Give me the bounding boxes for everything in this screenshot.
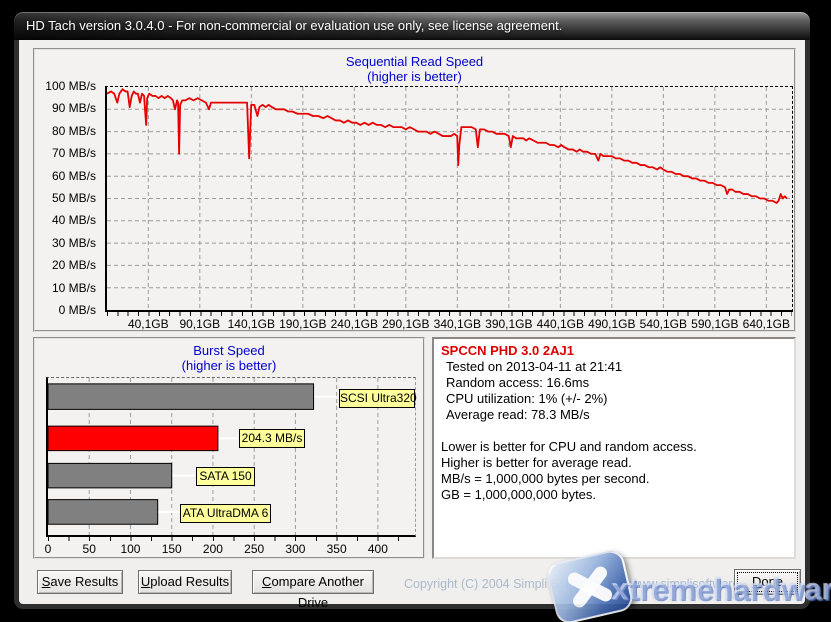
- y-axis-label: 90 MB/s: [52, 101, 96, 115]
- bar-label-tested-drive-speed: 204.3 MB/s: [239, 429, 305, 448]
- results-info-panel: SPCCN PHD 3.0 2AJ1 Tested on 2013-04-11 …: [432, 337, 796, 559]
- x-axis-label: 240,1GB: [331, 317, 378, 331]
- burst-plot-area: SCSI Ultra320 204.3 MB/s SATA 150 ATA Ul…: [46, 377, 416, 537]
- sequential-chart-title: Sequential Read Speed: [35, 54, 794, 69]
- window-client-area: Sequential Read Speed (higher is better)…: [19, 40, 805, 604]
- average-read-text: Average read: 78.3 MB/s: [441, 407, 787, 423]
- y-axis-label: 60 MB/s: [52, 169, 96, 183]
- sequential-x-axis-labels: 40,1GB 90,1GB 140,1GB 190,1GB 240,1GB 290,1GB…: [107, 317, 792, 332]
- save-results-button[interactable]: Save Results: [37, 570, 123, 594]
- x-axis-label: 490,1GB: [588, 317, 635, 331]
- x-axis-label: 0: [45, 542, 52, 556]
- sequential-x-axis-ticks: [107, 312, 792, 316]
- y-axis-label: 40 MB/s: [52, 213, 96, 227]
- x-axis-label: 90,1GB: [179, 317, 220, 331]
- x-axis-label: 340,1GB: [434, 317, 481, 331]
- desktop: { "window": { "title": "HD Tach version …: [0, 0, 831, 622]
- bar-label-ata-ultradma-6: ATA UltraDMA 6: [180, 504, 271, 523]
- burst-chart-subtitle: (higher is better): [35, 358, 423, 373]
- cpu-utilization-text: CPU utilization: 1% (+/- 2%): [441, 391, 787, 407]
- burst-speed-panel: Burst Speed (higher is better) SCSI Ultr…: [33, 337, 425, 559]
- burst-chart-title: Burst Speed: [35, 343, 423, 358]
- x-axis-label: 390,1GB: [485, 317, 532, 331]
- window-title: HD Tach version 3.0.4.0 - For non-commer…: [26, 18, 562, 33]
- y-axis-label: 80 MB/s: [52, 124, 96, 138]
- x-axis-label: 200: [203, 542, 223, 556]
- sequential-chart-subtitle: (higher is better): [35, 69, 794, 84]
- x-axis-label: 300: [285, 542, 305, 556]
- y-axis-label: 70 MB/s: [52, 146, 96, 160]
- upload-results-button[interactable]: Upload Results: [138, 570, 232, 594]
- spacer: [441, 423, 787, 439]
- bar-label-scsi-ultra320: SCSI Ultra320: [339, 389, 415, 408]
- x-axis-label: 350: [327, 542, 347, 556]
- note-gb-definition: GB = 1,000,000,000 bytes.: [441, 487, 787, 503]
- y-axis-label: 50 MB/s: [52, 191, 96, 205]
- compare-another-drive-button[interactable]: Compare Another Drive: [252, 570, 374, 594]
- y-axis-label: 100 MB/s: [45, 79, 96, 93]
- note-mbs-definition: MB/s = 1,000,000 bytes per second.: [441, 471, 787, 487]
- note-higher-better: Higher is better for average read.: [441, 455, 787, 471]
- x-axis-label: 290,1GB: [382, 317, 429, 331]
- x-axis-label: 640,1GB: [743, 317, 790, 331]
- random-access-text: Random access: 16.6ms: [441, 375, 787, 391]
- note-lower-better: Lower is better for CPU and random acces…: [441, 439, 787, 455]
- y-axis-label: 20 MB/s: [52, 258, 96, 272]
- x-axis-label: 540,1GB: [640, 317, 687, 331]
- x-axis-label: 150: [162, 542, 182, 556]
- window-titlebar[interactable]: HD Tach version 3.0.4.0 - For non-commer…: [14, 12, 810, 40]
- x-axis-label: 250: [244, 542, 264, 556]
- x-axis-label: 590,1GB: [691, 317, 738, 331]
- watermark-text: xtremehardware.com: [612, 572, 831, 608]
- x-axis-label: 440,1GB: [537, 317, 584, 331]
- drive-model-text: SPCCN PHD 3.0 2AJ1: [441, 343, 787, 359]
- x-axis-label: 50: [83, 542, 96, 556]
- sequential-y-axis-labels: 100 MB/s90 MB/s80 MB/s70 MB/s60 MB/s50 M…: [35, 86, 101, 312]
- x-axis-label: 40,1GB: [128, 317, 169, 331]
- y-axis-label: 30 MB/s: [52, 236, 96, 250]
- bar-label-sata-150: SATA 150: [196, 467, 255, 486]
- tested-on-text: Tested on 2013-04-11 at 21:41: [441, 359, 787, 375]
- x-axis-label: 140,1GB: [228, 317, 275, 331]
- x-axis-label: 190,1GB: [279, 317, 326, 331]
- x-axis-label: 400: [368, 542, 388, 556]
- sequential-read-panel: Sequential Read Speed (higher is better)…: [33, 48, 796, 332]
- x-axis-label: 100: [120, 542, 140, 556]
- burst-x-axis-labels: 0 50 100 150 200 250 300 350 400: [48, 542, 415, 556]
- sequential-line-chart: [107, 87, 792, 310]
- y-axis-label: 10 MB/s: [52, 281, 96, 295]
- y-axis-label: 0 MB/s: [59, 303, 96, 317]
- burst-x-axis-ticks: [48, 537, 415, 541]
- sequential-plot-area: [105, 86, 793, 312]
- app-window: HD Tach version 3.0.4.0 - For non-commer…: [14, 12, 810, 609]
